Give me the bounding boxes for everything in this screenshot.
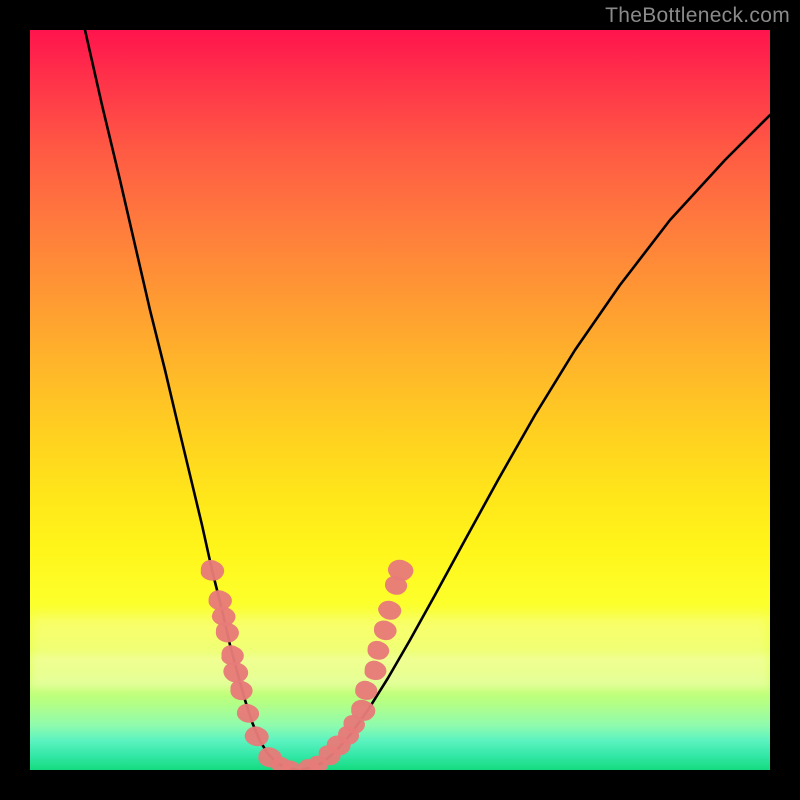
data-marker (282, 760, 302, 770)
watermark-text: TheBottleneck.com (605, 4, 790, 28)
chart-svg (30, 30, 770, 770)
bottleneck-curve (85, 30, 770, 770)
data-marker (245, 726, 269, 746)
data-marker (368, 641, 390, 660)
data-marker (365, 661, 387, 680)
data-marker (378, 601, 401, 620)
data-marker (216, 622, 239, 642)
data-marker (201, 560, 224, 581)
data-marker (223, 662, 248, 683)
data-marker (230, 680, 252, 700)
data-marker (355, 681, 377, 700)
data-marker (237, 704, 259, 723)
plot-area (30, 30, 770, 770)
data-marker (374, 620, 397, 640)
chart-frame: TheBottleneck.com (0, 0, 800, 800)
